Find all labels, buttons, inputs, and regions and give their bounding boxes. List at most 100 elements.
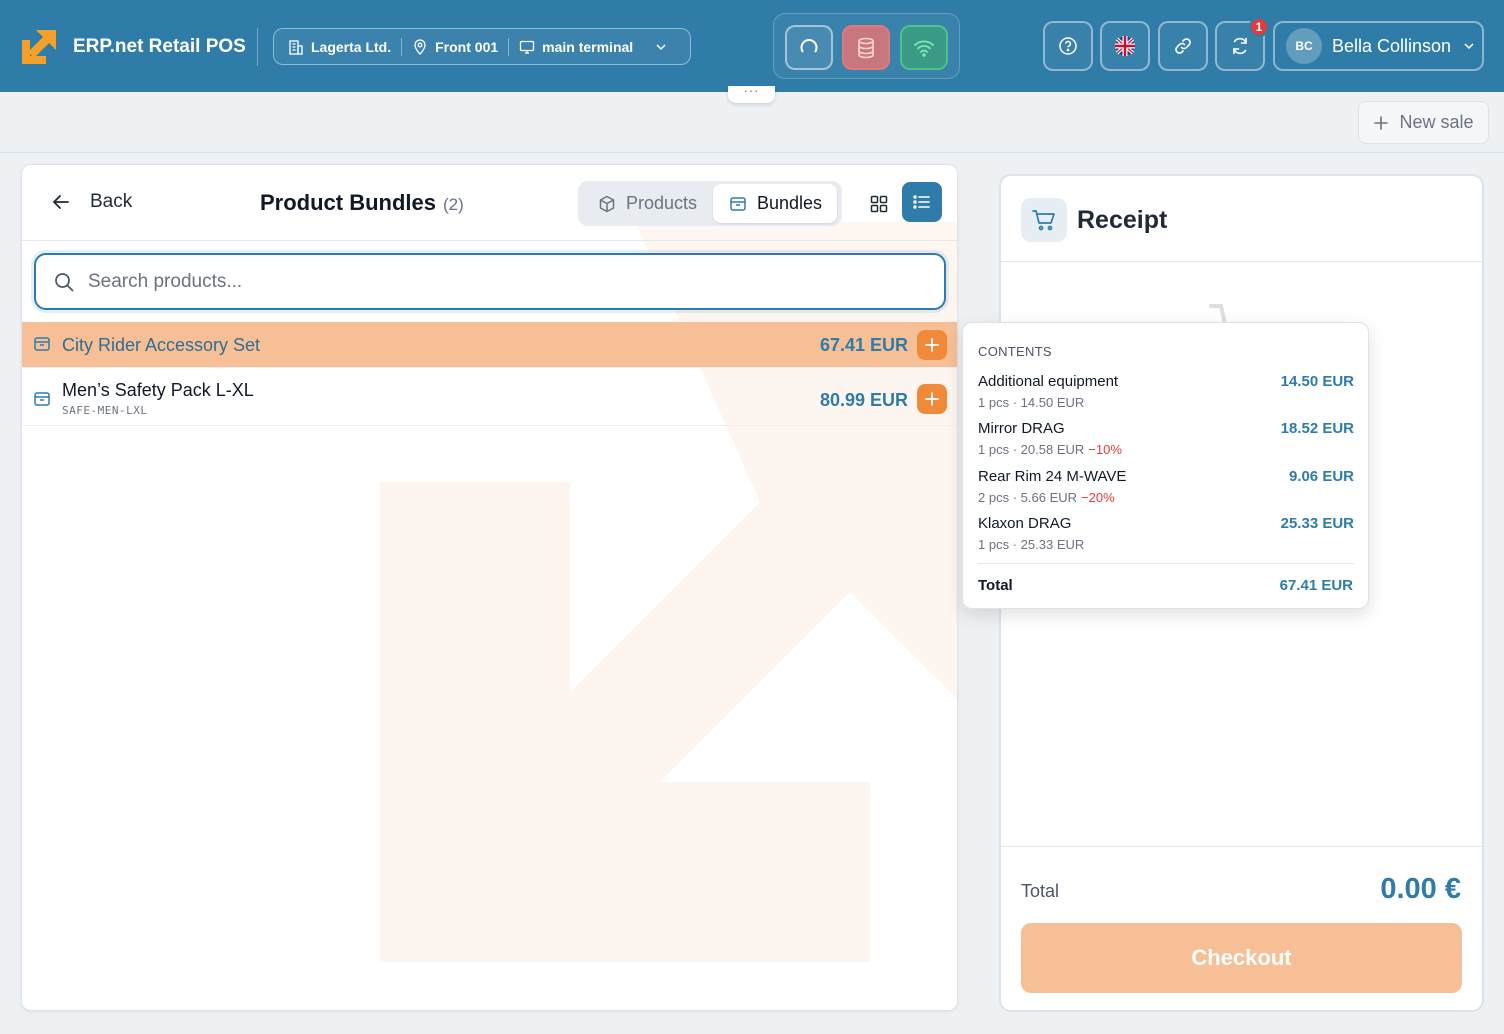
search-icon	[55, 273, 74, 292]
building-icon	[289, 39, 303, 55]
add-to-receipt-button[interactable]	[917, 330, 947, 360]
back-label: Back	[90, 191, 133, 212]
item-qty: 1 pcs	[978, 395, 1010, 410]
erp-logo-icon	[22, 30, 56, 64]
page-title: Product Bundles	[260, 190, 437, 215]
bundle-contents-tooltip: CONTENTS Additional equipment 1 pcs · 14…	[962, 322, 1369, 609]
item-details: 1 pcs · 25.33 EUR	[978, 537, 1354, 552]
item-unit-price: 14.50 EUR	[1020, 395, 1085, 410]
language-button[interactable]	[1100, 21, 1150, 71]
list-icon	[913, 195, 930, 209]
list-view-button[interactable]	[902, 182, 942, 222]
item-unit-price: 25.33 EUR	[1020, 537, 1085, 552]
bundle-sku: SAFE-MEN-LXL	[62, 404, 148, 417]
user-name: Bella Collinson	[1332, 35, 1452, 56]
item-details: 1 pcs · 14.50 EUR	[978, 395, 1354, 410]
catalog-header: Back Product Bundles (2) Products Bundle…	[22, 165, 957, 241]
bundle-content-item: Rear Rim 24 M-WAVE 2 pcs · 5.66 EUR −20% …	[978, 468, 1354, 505]
database-icon	[858, 37, 874, 58]
grid-icon	[870, 195, 888, 213]
package-icon	[730, 196, 746, 211]
plus-icon	[925, 338, 939, 352]
refresh-button[interactable]: 1	[1215, 17, 1269, 71]
separator: ·	[1012, 442, 1018, 457]
search-input[interactable]	[88, 263, 928, 301]
back-button[interactable]: Back	[52, 191, 132, 213]
bundle-content-item: Klaxon DRAG 1 pcs · 25.33 EUR 25.33 EUR	[978, 515, 1354, 552]
receipt-title: Receipt	[1077, 206, 1168, 234]
database-status-button[interactable]	[842, 25, 890, 70]
link-icon	[1175, 38, 1191, 54]
checkout-button[interactable]: Checkout	[1021, 923, 1462, 993]
list-item[interactable]: Men’s Safety Pack L-XL SAFE-MEN-LXL 80.9…	[22, 368, 957, 426]
item-unit-price: 20.58 EUR	[1020, 442, 1085, 457]
context-divider	[401, 37, 403, 56]
tab-products-label: Products	[626, 193, 698, 213]
link-button[interactable]	[1158, 21, 1208, 71]
chevron-down-icon	[656, 43, 666, 50]
tab-products[interactable]: Products	[598, 184, 697, 223]
terminal-name: main terminal	[542, 38, 634, 55]
new-sale-button[interactable]: New sale	[1358, 101, 1489, 144]
tab-bundles-label: Bundles	[757, 193, 823, 213]
separator: ·	[1012, 395, 1018, 410]
separator: ·	[1012, 537, 1018, 552]
avatar: BC	[1286, 28, 1322, 64]
sub-toolbar	[0, 92, 1504, 153]
item-details: 2 pcs · 5.66 EUR −20%	[978, 490, 1354, 505]
item-price: 25.33 EUR	[1280, 515, 1354, 532]
bundle-price: 80.99 EUR	[819, 390, 908, 410]
new-sale-label: New sale	[1399, 112, 1474, 132]
bundle-content-item: Mirror DRAG 1 pcs · 20.58 EUR −10% 18.52 …	[978, 420, 1354, 457]
monitor-icon	[519, 40, 535, 54]
company-name: Lagerta Ltd.	[311, 38, 392, 55]
item-qty: 1 pcs	[978, 442, 1010, 457]
package-icon	[34, 392, 50, 406]
cart-icon	[1021, 198, 1067, 242]
tooltip-total-value: 67.41 EUR	[1279, 577, 1353, 594]
add-to-receipt-button[interactable]	[917, 384, 947, 414]
top-bar: ERP.net Retail POS Lagerta Ltd. Front 00…	[0, 0, 1504, 92]
separator: ·	[1012, 490, 1018, 505]
refresh-icon	[1233, 37, 1247, 55]
tooltip-heading: CONTENTS	[978, 344, 1052, 359]
plus-icon	[1374, 115, 1389, 130]
uk-flag-icon	[1115, 36, 1135, 56]
context-divider	[508, 37, 510, 56]
help-button[interactable]	[1043, 21, 1093, 71]
bundle-count: (2)	[443, 195, 464, 214]
bundle-price: 67.41 EUR	[819, 335, 908, 355]
item-price: 18.52 EUR	[1280, 420, 1354, 437]
bundle-name: Men’s Safety Pack L-XL	[62, 380, 254, 400]
chevron-down-icon	[1464, 43, 1474, 50]
item-price: 14.50 EUR	[1280, 373, 1354, 390]
network-status-button[interactable]	[900, 25, 948, 70]
item-discount: −20%	[1081, 490, 1115, 505]
user-menu[interactable]: BC Bella Collinson	[1273, 21, 1484, 71]
list-item[interactable]: City Rider Accessory Set 67.41 EUR	[22, 322, 957, 368]
store-name: Front 001	[435, 38, 499, 55]
receipt-total-label: Total	[1021, 881, 1060, 901]
bundle-content-item: Additional equipment 1 pcs · 14.50 EUR 1…	[978, 373, 1354, 410]
status-indicators	[773, 13, 960, 79]
wifi-icon	[914, 40, 934, 57]
item-discount: −10%	[1088, 442, 1122, 457]
catalog-type-switch: Products Bundles	[578, 181, 842, 226]
bundle-name: City Rider Accessory Set	[62, 335, 261, 355]
item-unit-price: 5.66 EUR	[1020, 490, 1078, 505]
tooltip-total-label: Total	[978, 577, 1013, 594]
plus-icon	[925, 392, 939, 406]
receipt-footer: Total 0.00 € Checkout	[1001, 846, 1482, 1010]
item-qty: 1 pcs	[978, 537, 1010, 552]
grid-view-button[interactable]	[860, 185, 898, 223]
notification-badge: 1	[1249, 17, 1269, 37]
sync-status-button[interactable]	[785, 25, 833, 70]
item-details: 1 pcs · 20.58 EUR −10%	[978, 442, 1354, 457]
receipt-header: Receipt	[1001, 176, 1482, 262]
cube-icon	[599, 195, 615, 212]
context-selector[interactable]: Lagerta Ltd. Front 001 main terminal	[273, 28, 691, 65]
item-price: 9.06 EUR	[1288, 468, 1354, 485]
tooltip-divider	[978, 563, 1354, 564]
loading-spinner-icon	[800, 38, 818, 53]
tab-bundles[interactable]: Bundles	[713, 184, 837, 223]
